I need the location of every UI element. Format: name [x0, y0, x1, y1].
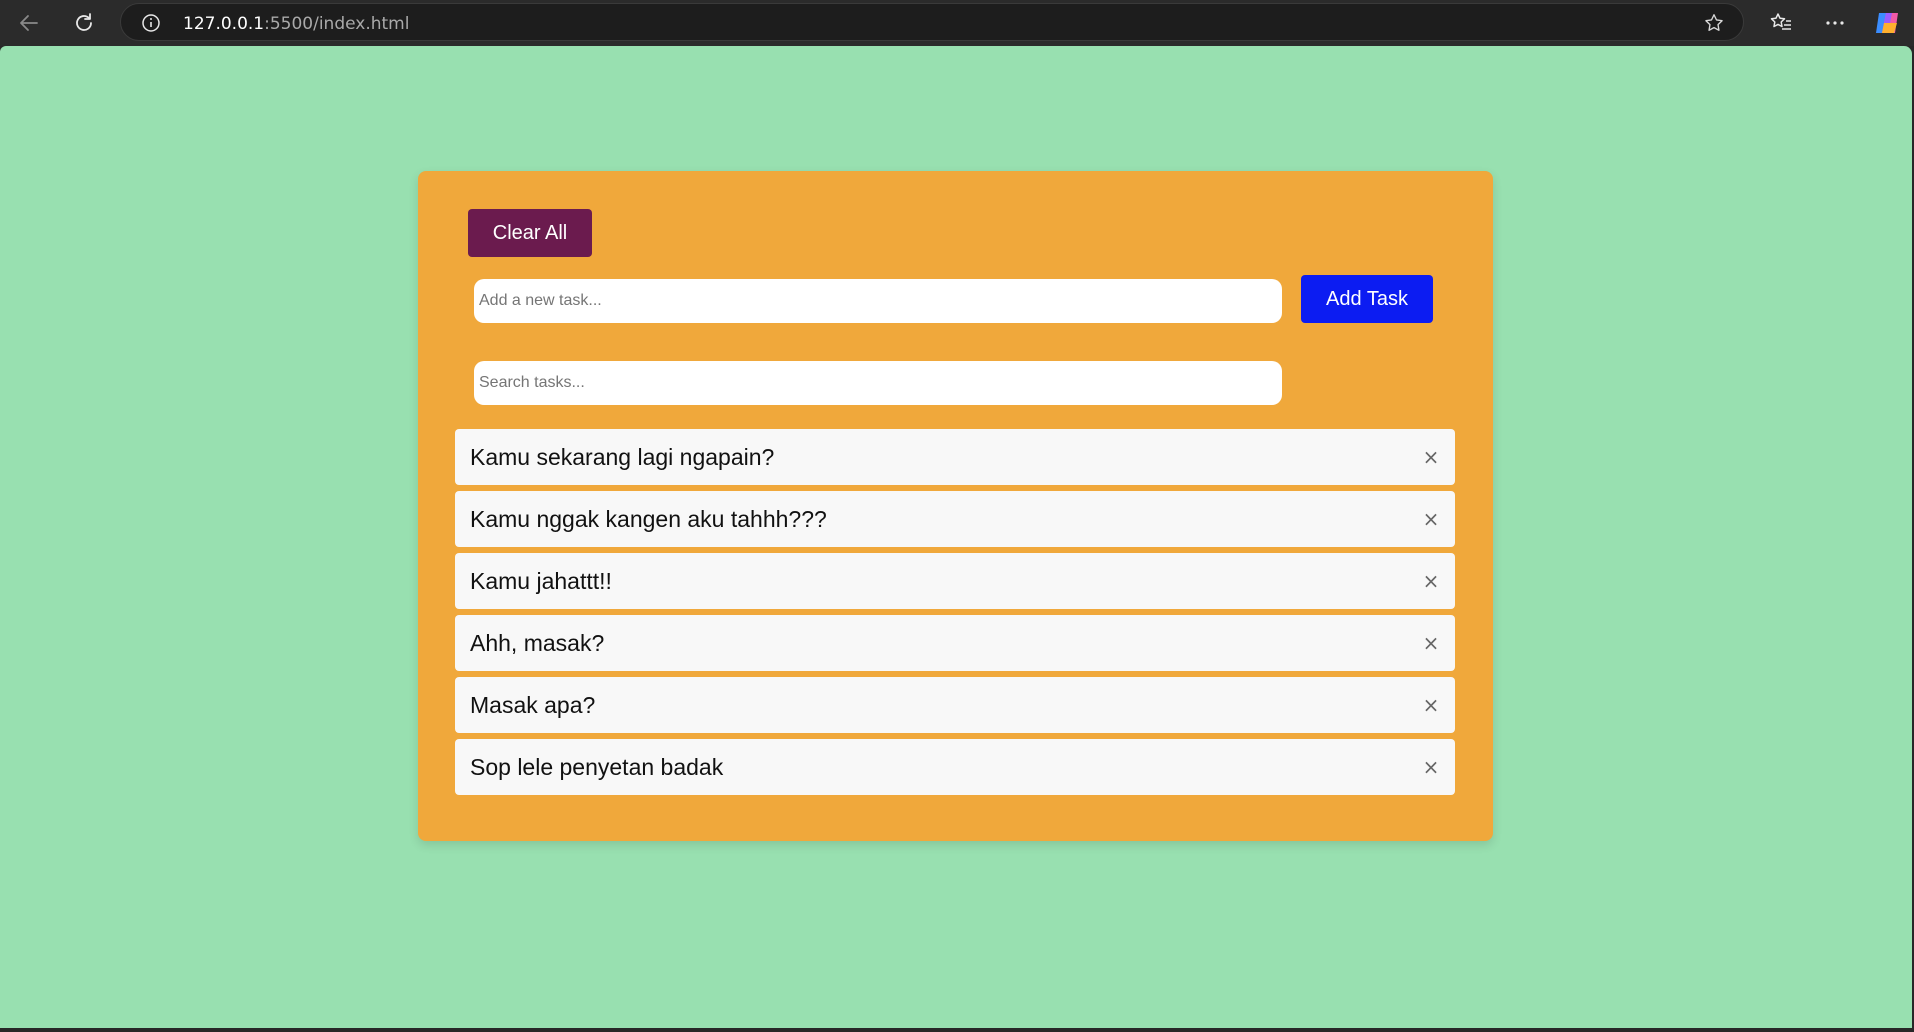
info-icon[interactable] [141, 13, 161, 33]
delete-task-button[interactable]: × [1419, 569, 1443, 593]
task-text: Kamu sekarang lagi ngapain? [470, 443, 775, 470]
copilot-icon [1876, 13, 1898, 33]
more-icon [1826, 21, 1844, 25]
task-item[interactable]: Kamu nggak kangen aku tahhh??? × [455, 491, 1455, 547]
task-item[interactable]: Ahh, masak? × [455, 615, 1455, 671]
task-item[interactable]: Sop lele penyetan badak × [455, 739, 1455, 795]
new-task-input[interactable] [474, 279, 1282, 323]
task-text: Kamu jahattt!! [470, 567, 612, 594]
task-item[interactable]: Masak apa? × [455, 677, 1455, 733]
task-text: Kamu nggak kangen aku tahhh??? [470, 505, 827, 532]
more-options-button[interactable] [1818, 6, 1852, 40]
url-text[interactable]: 127.0.0.1:5500/index.html [183, 14, 409, 34]
task-list: Kamu sekarang lagi ngapain? × Kamu nggak… [455, 429, 1455, 801]
todo-card: Clear All Add Task Kamu sekarang lagi ng… [418, 171, 1493, 841]
delete-task-button[interactable]: × [1419, 755, 1443, 779]
delete-task-button[interactable]: × [1419, 445, 1443, 469]
task-text: Ahh, masak? [470, 629, 605, 656]
url-host: 127.0.0.1 [183, 14, 265, 34]
address-bar[interactable]: 127.0.0.1:5500/index.html [120, 3, 1744, 41]
back-button[interactable] [12, 6, 46, 40]
page-viewport: Clear All Add Task Kamu sekarang lagi ng… [0, 46, 1912, 1028]
back-arrow-icon [20, 15, 38, 31]
favorites-button[interactable] [1764, 6, 1798, 40]
star-icon[interactable] [1703, 12, 1725, 34]
browser-toolbar: 127.0.0.1:5500/index.html [0, 0, 1914, 46]
delete-task-button[interactable]: × [1419, 507, 1443, 531]
delete-task-button[interactable]: × [1419, 631, 1443, 655]
add-task-button[interactable]: Add Task [1301, 275, 1433, 323]
task-item[interactable]: Kamu jahattt!! × [455, 553, 1455, 609]
copilot-button[interactable] [1870, 6, 1904, 40]
delete-task-button[interactable]: × [1419, 693, 1443, 717]
task-item[interactable]: Kamu sekarang lagi ngapain? × [455, 429, 1455, 485]
favorites-icon [1770, 13, 1791, 30]
clear-all-button[interactable]: Clear All [468, 209, 592, 257]
reload-button[interactable] [67, 6, 101, 40]
url-path: :5500/index.html [264, 14, 410, 34]
task-text: Masak apa? [470, 691, 596, 718]
search-input[interactable] [474, 361, 1282, 405]
reload-icon [76, 13, 92, 31]
task-text: Sop lele penyetan badak [470, 753, 724, 780]
